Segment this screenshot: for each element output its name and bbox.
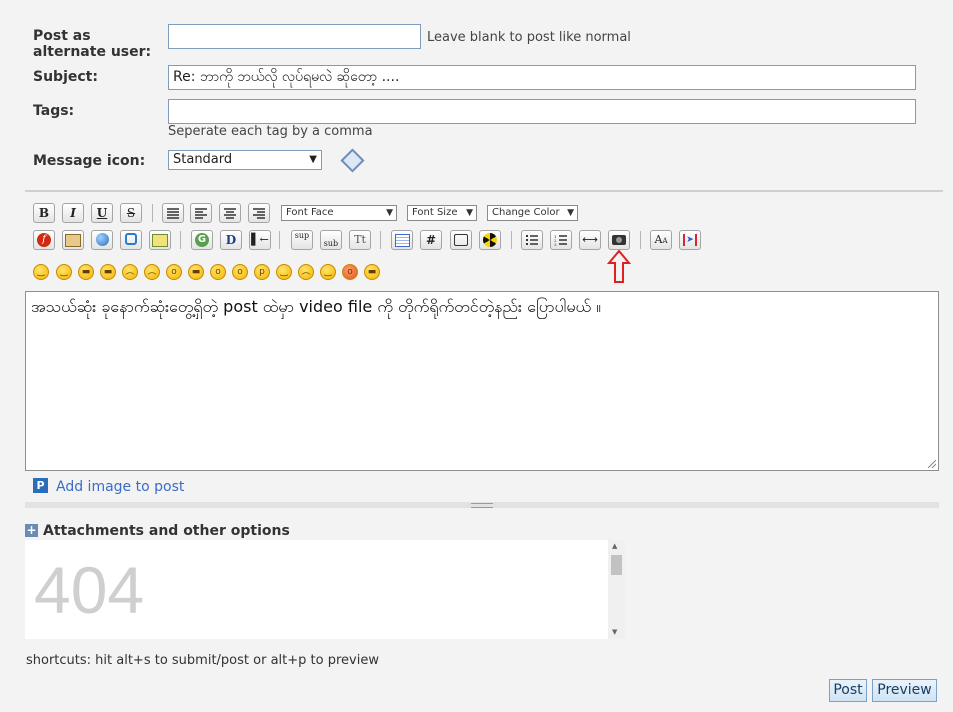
toolbar-separator: [380, 231, 381, 249]
surprised-icon[interactable]: o: [232, 264, 248, 280]
chevron-down-icon: ▼: [567, 208, 574, 218]
editor-resize-bar[interactable]: [25, 502, 939, 508]
flash-icon[interactable]: f: [33, 230, 55, 250]
superscript-button[interactable]: sup: [291, 230, 313, 250]
shortcuts-hint: shortcuts: hit alt+s to submit/post or a…: [26, 653, 379, 668]
smiley-icon[interactable]: ‿: [33, 264, 49, 280]
preview-button[interactable]: Preview: [872, 679, 937, 702]
eek-icon[interactable]: o: [210, 264, 226, 280]
tags-hint: Seperate each tag by a comma: [168, 124, 373, 139]
form-divider: [25, 190, 943, 192]
italic-button[interactable]: I: [62, 203, 84, 223]
angry-icon[interactable]: o: [342, 264, 358, 280]
resize-grip-icon[interactable]: [928, 460, 936, 468]
strike-button[interactable]: S: [120, 203, 142, 223]
subject-input[interactable]: [168, 65, 916, 90]
subject-label: Subject:: [33, 69, 98, 85]
blush-icon[interactable]: ‿: [276, 264, 292, 280]
underline-button[interactable]: U: [91, 203, 113, 223]
radioactive-icon[interactable]: [479, 230, 501, 250]
message-editor[interactable]: အသယ်ဆုံး ခုနောက်ဆုံးတွေ့ရှိတဲ့ post ထဲမှ…: [25, 291, 939, 471]
toolbar-separator: [640, 231, 641, 249]
align-center-icon[interactable]: [219, 203, 241, 223]
chevron-down-icon: ▼: [386, 208, 393, 218]
chevron-down-icon: ▼: [309, 154, 317, 165]
change-color-label: Change Color: [492, 207, 560, 218]
add-image-icon: P: [33, 478, 48, 493]
post-button[interactable]: Post: [829, 679, 867, 702]
scroll-up-icon[interactable]: ▲: [612, 542, 617, 550]
align-right-icon[interactable]: [248, 203, 270, 223]
cool-icon[interactable]: ▬: [188, 264, 204, 280]
diamond-icon: [340, 148, 365, 173]
justify-icon[interactable]: [162, 203, 184, 223]
table-icon[interactable]: [391, 230, 413, 250]
toolbar-separator: [180, 231, 181, 249]
toolbar-separator: [279, 231, 280, 249]
refresh-icon[interactable]: [120, 230, 142, 250]
tongue-icon[interactable]: p: [254, 264, 270, 280]
attachments-title[interactable]: Attachments and other options: [43, 523, 290, 539]
expand-plus-icon[interactable]: +: [25, 524, 38, 537]
toolbar-separator: [152, 204, 153, 222]
message-icon-value: Standard: [173, 152, 233, 167]
bold-button[interactable]: B: [33, 203, 55, 223]
chevron-down-icon: ▼: [466, 208, 473, 218]
sad-icon[interactable]: ︵: [122, 264, 138, 280]
shocked-icon[interactable]: o: [166, 264, 182, 280]
editor-text: အသယ်ဆုံး ခုနောက်ဆုံးတွေ့ရှိတဲ့ post ထဲမှ…: [31, 297, 601, 316]
quote-icon[interactable]: [450, 230, 472, 250]
link-globe-icon[interactable]: [91, 230, 113, 250]
font-size-label: Font Size: [412, 207, 458, 218]
cry-icon[interactable]: ︵: [298, 264, 314, 280]
teletype-button[interactable]: Tt: [349, 230, 371, 250]
message-icon-select[interactable]: Standard ▼: [168, 150, 322, 170]
scroll-thumb[interactable]: [611, 555, 622, 575]
indent-icon[interactable]: ▌←: [249, 230, 271, 250]
font-face-dropdown[interactable]: Font Face ▼: [281, 205, 397, 221]
add-image-link[interactable]: Add image to post: [56, 479, 184, 495]
alt-user-hint: Leave blank to post like normal: [427, 30, 631, 45]
alt-user-label: Post as alternate user:: [33, 28, 152, 60]
email-icon[interactable]: [149, 230, 171, 250]
bullet-list-icon[interactable]: [521, 230, 543, 250]
image-icon[interactable]: [62, 230, 84, 250]
resize-handle-icon: [471, 503, 493, 508]
font-face-label: Font Face: [286, 207, 334, 218]
font-size-dropdown[interactable]: Font Size ▼: [407, 205, 477, 221]
subscript-button[interactable]: sub: [320, 230, 342, 250]
frown-icon[interactable]: ︵: [144, 264, 160, 280]
error-404-text: 404: [34, 553, 145, 627]
rolling-laugh-icon[interactable]: ▬: [364, 264, 380, 280]
change-color-dropdown[interactable]: Change Color ▼: [487, 205, 578, 221]
laugh-icon[interactable]: ▬: [100, 264, 116, 280]
message-icon-label: Message icon:: [33, 153, 146, 169]
grin-icon[interactable]: ▬: [78, 264, 94, 280]
svg-text:3: 3: [554, 242, 557, 246]
numbered-list-icon[interactable]: 123: [550, 230, 572, 250]
horizontal-rule-icon[interactable]: ⟷: [579, 230, 601, 250]
red-arrow-annotation-icon: [607, 250, 631, 283]
scroll-down-icon[interactable]: ▼: [612, 628, 617, 636]
font-scale-icon[interactable]: AA: [650, 230, 672, 250]
wink-icon[interactable]: ‿: [56, 264, 72, 280]
google-icon[interactable]: G: [191, 230, 213, 250]
google-label: G: [195, 233, 209, 247]
dictionary-icon[interactable]: D: [220, 230, 242, 250]
hash-icon[interactable]: #: [420, 230, 442, 250]
video-camera-icon[interactable]: [608, 230, 630, 250]
select-cursor-icon[interactable]: ➤: [679, 230, 701, 250]
attachments-frame: 404 ▲ ▼: [25, 540, 625, 639]
alt-user-input[interactable]: [168, 24, 421, 49]
tags-label: Tags:: [33, 103, 75, 119]
align-left-icon[interactable]: [190, 203, 212, 223]
toolbar-separator: [511, 231, 512, 249]
tags-input[interactable]: [168, 99, 916, 124]
frame-scrollbar[interactable]: ▲ ▼: [608, 540, 625, 639]
roll-eyes-icon[interactable]: ‿: [320, 264, 336, 280]
